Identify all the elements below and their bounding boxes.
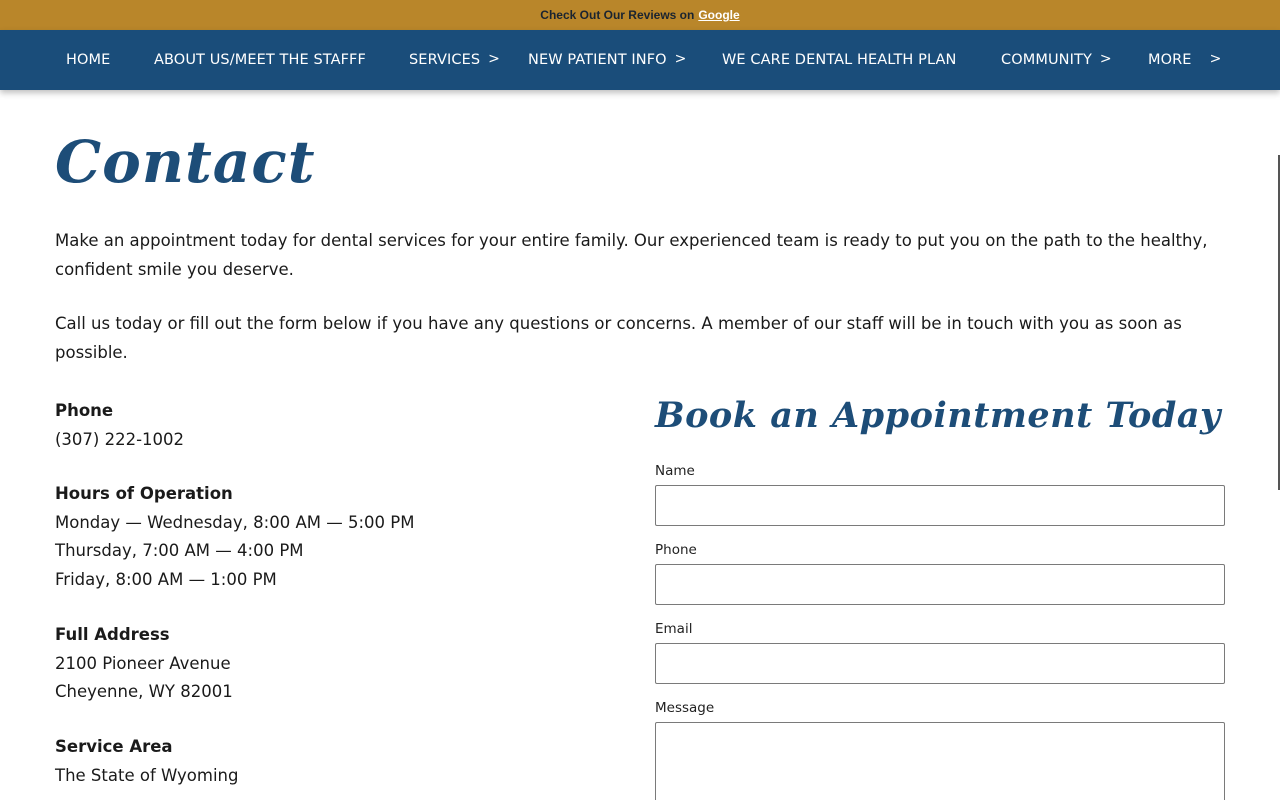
name-field[interactable] — [655, 485, 1225, 526]
nav-services-label: SERVICES — [409, 52, 481, 68]
hours-section: Hours of Operation Monday — Wednesday, 8… — [55, 480, 414, 594]
phone-field-label: Phone — [655, 542, 697, 558]
phone-field[interactable] — [655, 564, 1225, 605]
address-line: 2100 Pioneer Avenue — [55, 653, 231, 673]
phone-label: Phone — [55, 401, 114, 420]
hours-label: Hours of Operation — [55, 484, 233, 503]
nav-new-patient-label: NEW PATIENT INFO — [528, 52, 667, 68]
chevron-right-icon[interactable]: > — [488, 51, 500, 67]
nav-home[interactable]: HOME — [66, 30, 110, 90]
chevron-right-icon[interactable]: > — [675, 51, 687, 67]
service-area-value: The State of Wyoming — [55, 765, 239, 785]
name-label: Name — [655, 463, 695, 479]
address-line: Cheyenne, WY 82001 — [55, 682, 233, 701]
service-area-section: Service Area The State of Wyoming — [55, 733, 238, 790]
message-field[interactable] — [655, 722, 1225, 800]
address-label: Full Address — [55, 625, 170, 644]
nav-more[interactable]: MORE > — [1148, 30, 1221, 90]
nav-community[interactable]: COMMUNITY > — [1001, 30, 1112, 90]
chevron-right-icon[interactable]: > — [1210, 51, 1222, 67]
nav-more-label: MORE — [1148, 52, 1192, 68]
hours-line: Friday, 8:00 AM — 1:00 PM — [55, 569, 277, 589]
hours-line: Monday — Wednesday, 8:00 AM — 5:00 PM — [55, 512, 415, 532]
nav-services[interactable]: SERVICES > — [409, 30, 500, 90]
nav-about[interactable]: ABOUT US/MEET THE STAFFF — [154, 30, 366, 90]
intro-paragraph: Make an appointment today for dental ser… — [55, 231, 1208, 279]
email-field[interactable] — [655, 643, 1225, 684]
review-banner-text: Check Out Our Reviews on — [540, 8, 695, 22]
page-title: Contact — [55, 128, 316, 196]
nav-dental-plan-label: WE CARE DENTAL HEALTH PLAN — [722, 52, 957, 68]
google-reviews-link[interactable]: Google — [698, 8, 739, 22]
service-area-label: Service Area — [55, 737, 173, 756]
contact-paragraph: Call us today or fill out the form below… — [55, 314, 1182, 362]
email-label: Email — [655, 621, 693, 637]
nav-home-label: HOME — [66, 52, 111, 68]
review-banner: Check Out Our Reviews on Google — [0, 0, 1280, 30]
message-label: Message — [655, 700, 715, 716]
phone-section: Phone (307) 222-1002 — [55, 397, 184, 454]
nav-community-label: COMMUNITY — [1001, 52, 1092, 68]
phone-number[interactable]: (307) 222-1002 — [55, 426, 184, 455]
nav-dental-plan[interactable]: WE CARE DENTAL HEALTH PLAN — [722, 30, 956, 90]
address-section: Full Address 2100 Pioneer Avenue Cheyenn… — [55, 621, 233, 707]
hours-line: Thursday, 7:00 AM — 4:00 PM — [55, 541, 304, 560]
main-nav: HOME ABOUT US/MEET THE STAFFF SERVICES >… — [0, 30, 1280, 90]
chevron-right-icon[interactable]: > — [1100, 51, 1112, 67]
form-title: Book an Appointment Today — [655, 395, 1221, 436]
nav-new-patient[interactable]: NEW PATIENT INFO > — [528, 30, 687, 90]
nav-about-label: ABOUT US/MEET THE STAFFF — [154, 52, 366, 68]
